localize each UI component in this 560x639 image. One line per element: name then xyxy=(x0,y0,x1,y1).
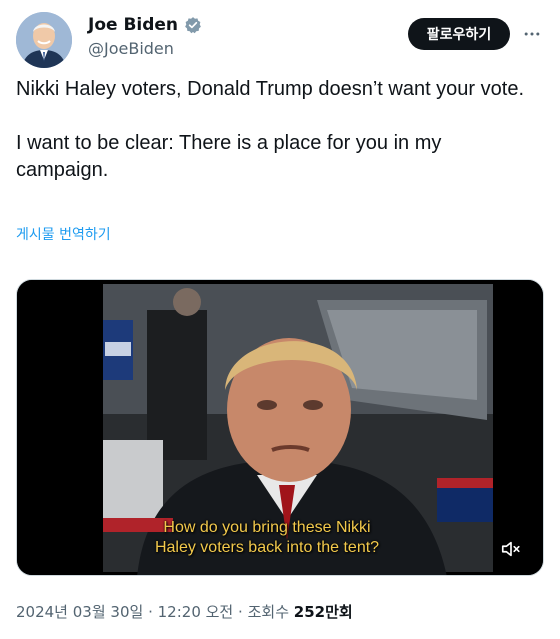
tweet-text: Nikki Haley voters, Donald Trump doesn’t… xyxy=(16,76,536,184)
follow-button[interactable]: 팔로우하기 xyxy=(408,18,510,50)
author-name-row: Joe Biden xyxy=(88,14,202,36)
post-date[interactable]: 2024년 03월 30일 xyxy=(16,603,143,621)
author-handle[interactable]: @JoeBiden xyxy=(88,38,202,60)
tweet-paragraph: I want to be clear: There is a place for… xyxy=(16,132,442,181)
more-options-button[interactable] xyxy=(520,22,544,46)
more-dots-icon xyxy=(524,32,540,36)
post-time[interactable]: 12:20 오전 xyxy=(158,603,234,621)
muted-speaker-icon xyxy=(501,541,520,557)
author-display-name[interactable]: Joe Biden xyxy=(88,14,178,36)
tweet: Joe Biden @JoeBiden 팔로우하기 Nikki Haley vo… xyxy=(0,0,560,639)
video-caption: How do you bring these Nikki Haley voter… xyxy=(107,518,427,558)
verified-badge-icon[interactable] xyxy=(184,16,202,34)
avatar-portrait-icon xyxy=(16,12,72,68)
avatar[interactable] xyxy=(16,12,72,68)
views-label: 조회수 xyxy=(247,603,289,621)
tweet-paragraph: Nikki Haley voters, Donald Trump doesn’t… xyxy=(16,78,524,100)
views-count: 252만회 xyxy=(293,603,353,621)
unmute-button[interactable] xyxy=(500,538,522,560)
meta-separator: · xyxy=(238,603,243,621)
tweet-meta: 2024년 03월 30일 · 12:20 오전 · 조회수 252만회 xyxy=(16,601,353,622)
author-block: Joe Biden @JoeBiden xyxy=(88,14,202,60)
video-player[interactable]: How do you bring these Nikki Haley voter… xyxy=(16,279,544,576)
caption-line: Haley voters back into the tent? xyxy=(154,539,380,556)
caption-line: How do you bring these Nikki xyxy=(163,519,371,536)
meta-separator: · xyxy=(148,603,153,621)
translate-post-link[interactable]: 게시물 번역하기 xyxy=(16,224,111,244)
